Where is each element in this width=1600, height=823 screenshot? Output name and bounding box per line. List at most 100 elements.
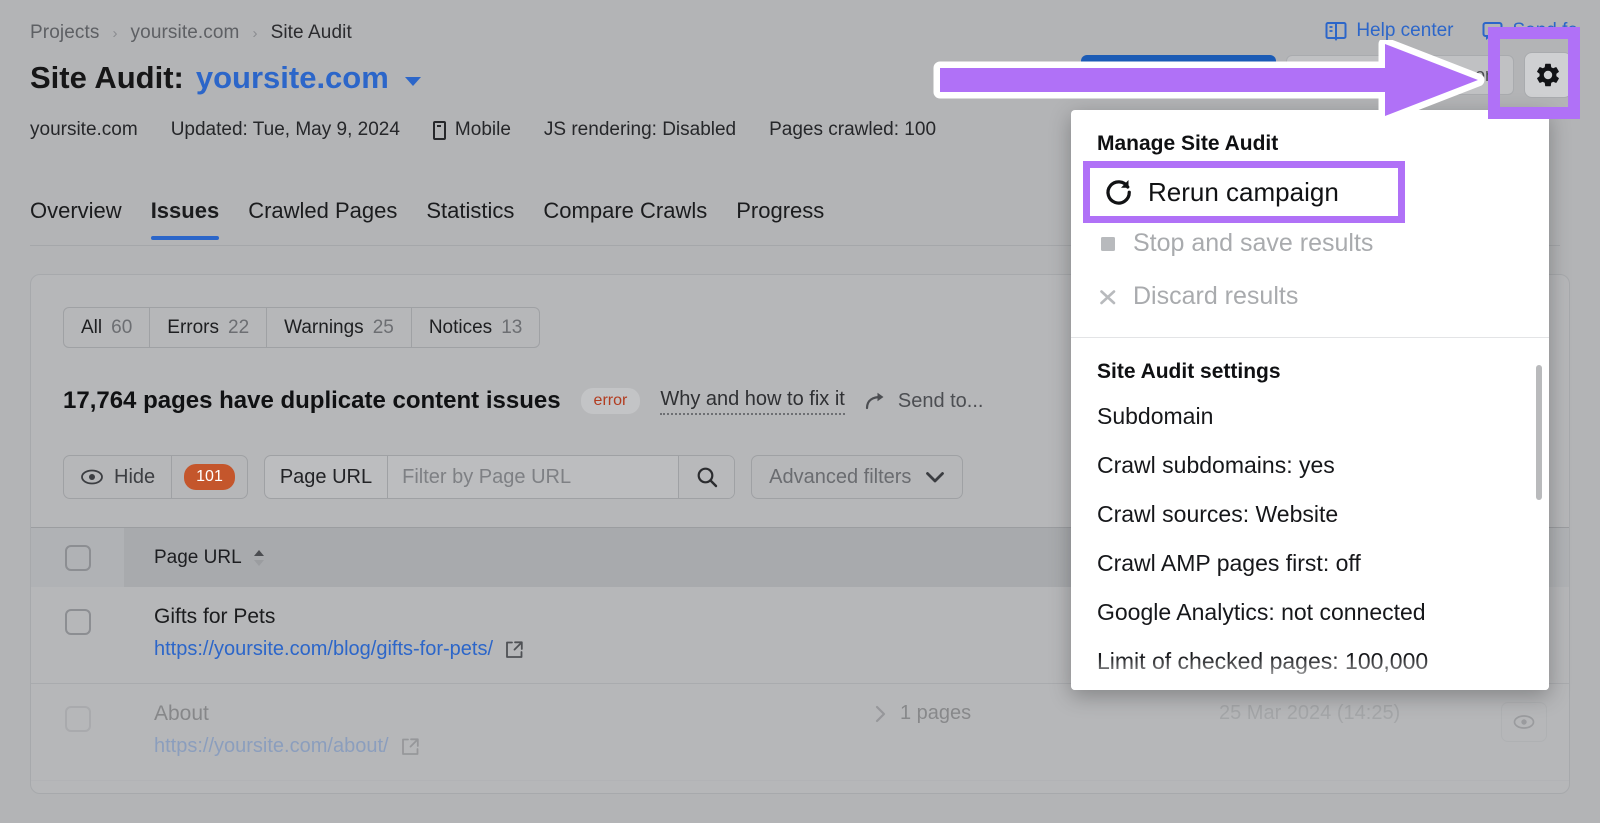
search-input[interactable] (388, 456, 678, 498)
setting-crawl-subdomains[interactable]: Crawl subdomains: yes (1071, 441, 1549, 490)
menu-item-stop-and-save: Stop and save results (1071, 217, 1549, 270)
tab-progress[interactable]: Progress (736, 198, 824, 240)
row-page-url: https://yoursite.com/blog/gifts-for-pets… (154, 638, 493, 661)
gear-icon (1534, 61, 1562, 89)
breadcrumb-item-site[interactable]: yoursite.com (131, 22, 240, 44)
campaign-meta: yoursite.com Updated: Tue, May 9, 2024 M… (30, 119, 936, 141)
settings-gear-button[interactable] (1524, 52, 1572, 98)
send-feedback-link[interactable]: Send fe (1482, 20, 1579, 42)
chevron-down-icon[interactable] (405, 77, 421, 86)
segment-warnings-count: 25 (373, 317, 394, 339)
fix-it-link[interactable]: Why and how to fix it (660, 388, 845, 415)
row-page-link[interactable]: https://yoursite.com/about/ (154, 735, 849, 758)
select-all-cell (31, 528, 124, 587)
pdf-export-button[interactable]: PDF (1286, 55, 1387, 95)
tab-statistics[interactable]: Statistics (426, 198, 514, 240)
row-select-cell (31, 702, 124, 732)
meta-domain: yoursite.com (30, 119, 138, 141)
action-toolbar: Rerun campaign PDF Export (1081, 52, 1572, 98)
share-arrow-icon (865, 391, 888, 411)
chevron-right-icon[interactable] (874, 704, 887, 724)
row-select-cell (31, 605, 124, 635)
column-header-page-url[interactable]: Page URL (124, 547, 1199, 569)
tab-compare-crawls[interactable]: Compare Crawls (543, 198, 707, 240)
table-row[interactable]: About https://yoursite.com/about/ 1 page… (31, 684, 1569, 781)
external-link-icon[interactable] (401, 737, 420, 756)
advanced-filters-dropdown[interactable]: Advanced filters (751, 455, 963, 499)
issue-headline: 17,764 pages have duplicate content issu… (63, 387, 561, 415)
mobile-icon (433, 121, 446, 140)
row-date: 25 Mar 2024 (14:25) (1219, 702, 1479, 725)
segment-all-count: 60 (111, 317, 132, 339)
eye-icon (80, 468, 104, 486)
segment-notices[interactable]: Notices 13 (412, 308, 540, 347)
segment-errors-count: 22 (228, 317, 249, 339)
setting-crawl-sources[interactable]: Crawl sources: Website (1071, 490, 1549, 539)
select-all-checkbox[interactable] (65, 545, 91, 571)
feedback-icon (1482, 21, 1504, 41)
rerun-campaign-button[interactable]: Rerun campaign (1081, 55, 1276, 95)
menu-item-discard-results: Discard results (1071, 270, 1549, 323)
breadcrumb: Projects › yoursite.com › Site Audit (30, 22, 352, 44)
row-duplicates-cell[interactable]: 1 pages (849, 702, 1219, 725)
setting-subdomain[interactable]: Subdomain (1071, 392, 1549, 441)
dropdown-scrollbar[interactable] (1536, 365, 1542, 500)
export-button[interactable]: Export (1397, 55, 1514, 95)
row-checkbox[interactable] (65, 706, 91, 732)
row-visibility-cell[interactable] (1479, 702, 1569, 742)
main-tabs: Overview Issues Crawled Pages Statistics… (30, 198, 824, 240)
site-audit-page: Projects › yoursite.com › Site Audit Sit… (0, 0, 1600, 823)
setting-google-analytics[interactable]: Google Analytics: not connected (1071, 588, 1549, 637)
row-page-link[interactable]: https://yoursite.com/blog/gifts-for-pets… (154, 638, 1199, 661)
hide-filter-group[interactable]: Hide 101 (63, 455, 248, 499)
pdf-label: PDF (1333, 65, 1369, 86)
header-links: Help center Send fe (1325, 20, 1578, 42)
row-eye-button[interactable] (1501, 702, 1547, 742)
rerun-campaign-label: Rerun campaign (1127, 65, 1259, 86)
segment-errors[interactable]: Errors 22 (150, 308, 267, 347)
chevron-down-icon (925, 471, 945, 484)
annotation-highlight-rerun-campaign: Rerun campaign (1083, 161, 1405, 223)
tab-issues[interactable]: Issues (151, 198, 220, 240)
page-url-filter: Page URL (264, 455, 735, 499)
stop-icon (1097, 233, 1119, 255)
row-page-title: About (154, 702, 849, 726)
help-center-label: Help center (1356, 20, 1453, 42)
row-duplicates-count: 1 pages (900, 702, 971, 725)
page-title-label: Site Audit: (30, 60, 184, 96)
search-button[interactable] (678, 456, 734, 498)
segment-notices-count: 13 (501, 317, 522, 339)
menu-item-discard-results-label: Discard results (1133, 279, 1298, 314)
external-link-icon[interactable] (505, 640, 524, 659)
upload-icon (1415, 65, 1435, 85)
tab-overview[interactable]: Overview (30, 198, 122, 240)
send-feedback-label: Send fe (1513, 20, 1579, 42)
menu-item-stop-and-save-label: Stop and save results (1133, 226, 1373, 261)
refresh-icon (1098, 65, 1118, 85)
dropdown-section-manage-title: Manage Site Audit (1071, 110, 1549, 164)
hide-button[interactable]: Hide (64, 466, 171, 489)
row-page-url: https://yoursite.com/about/ (154, 735, 389, 758)
segment-warnings-label: Warnings (284, 317, 364, 339)
annotation-rerun-campaign-label: Rerun campaign (1148, 177, 1339, 208)
tab-crawled-pages[interactable]: Crawled Pages (248, 198, 397, 240)
setting-crawl-amp[interactable]: Crawl AMP pages first: off (1071, 539, 1549, 588)
row-checkbox[interactable] (65, 609, 91, 635)
help-center-link[interactable]: Help center (1325, 20, 1453, 42)
breadcrumb-separator-icon: › (112, 25, 117, 42)
page-title: Site Audit: yoursite.com (30, 60, 421, 96)
breadcrumb-item-projects[interactable]: Projects (30, 22, 99, 44)
meta-js-rendering: JS rendering: Disabled (544, 119, 736, 141)
meta-device: Mobile (433, 119, 511, 141)
sort-icon (252, 548, 266, 568)
send-to-button[interactable]: Send to... (865, 390, 984, 413)
issue-headline-row: 17,764 pages have duplicate content issu… (63, 387, 983, 415)
segment-all[interactable]: All 60 (64, 308, 150, 347)
page-title-domain[interactable]: yoursite.com (196, 60, 389, 96)
issue-type-filter: All 60 Errors 22 Warnings 25 Notices 13 (63, 307, 540, 348)
page-url-label: Page URL (265, 456, 388, 498)
row-page-title: Gifts for Pets (154, 605, 1199, 629)
segment-all-label: All (81, 317, 102, 339)
book-icon (1325, 21, 1347, 41)
segment-warnings[interactable]: Warnings 25 (267, 308, 412, 347)
